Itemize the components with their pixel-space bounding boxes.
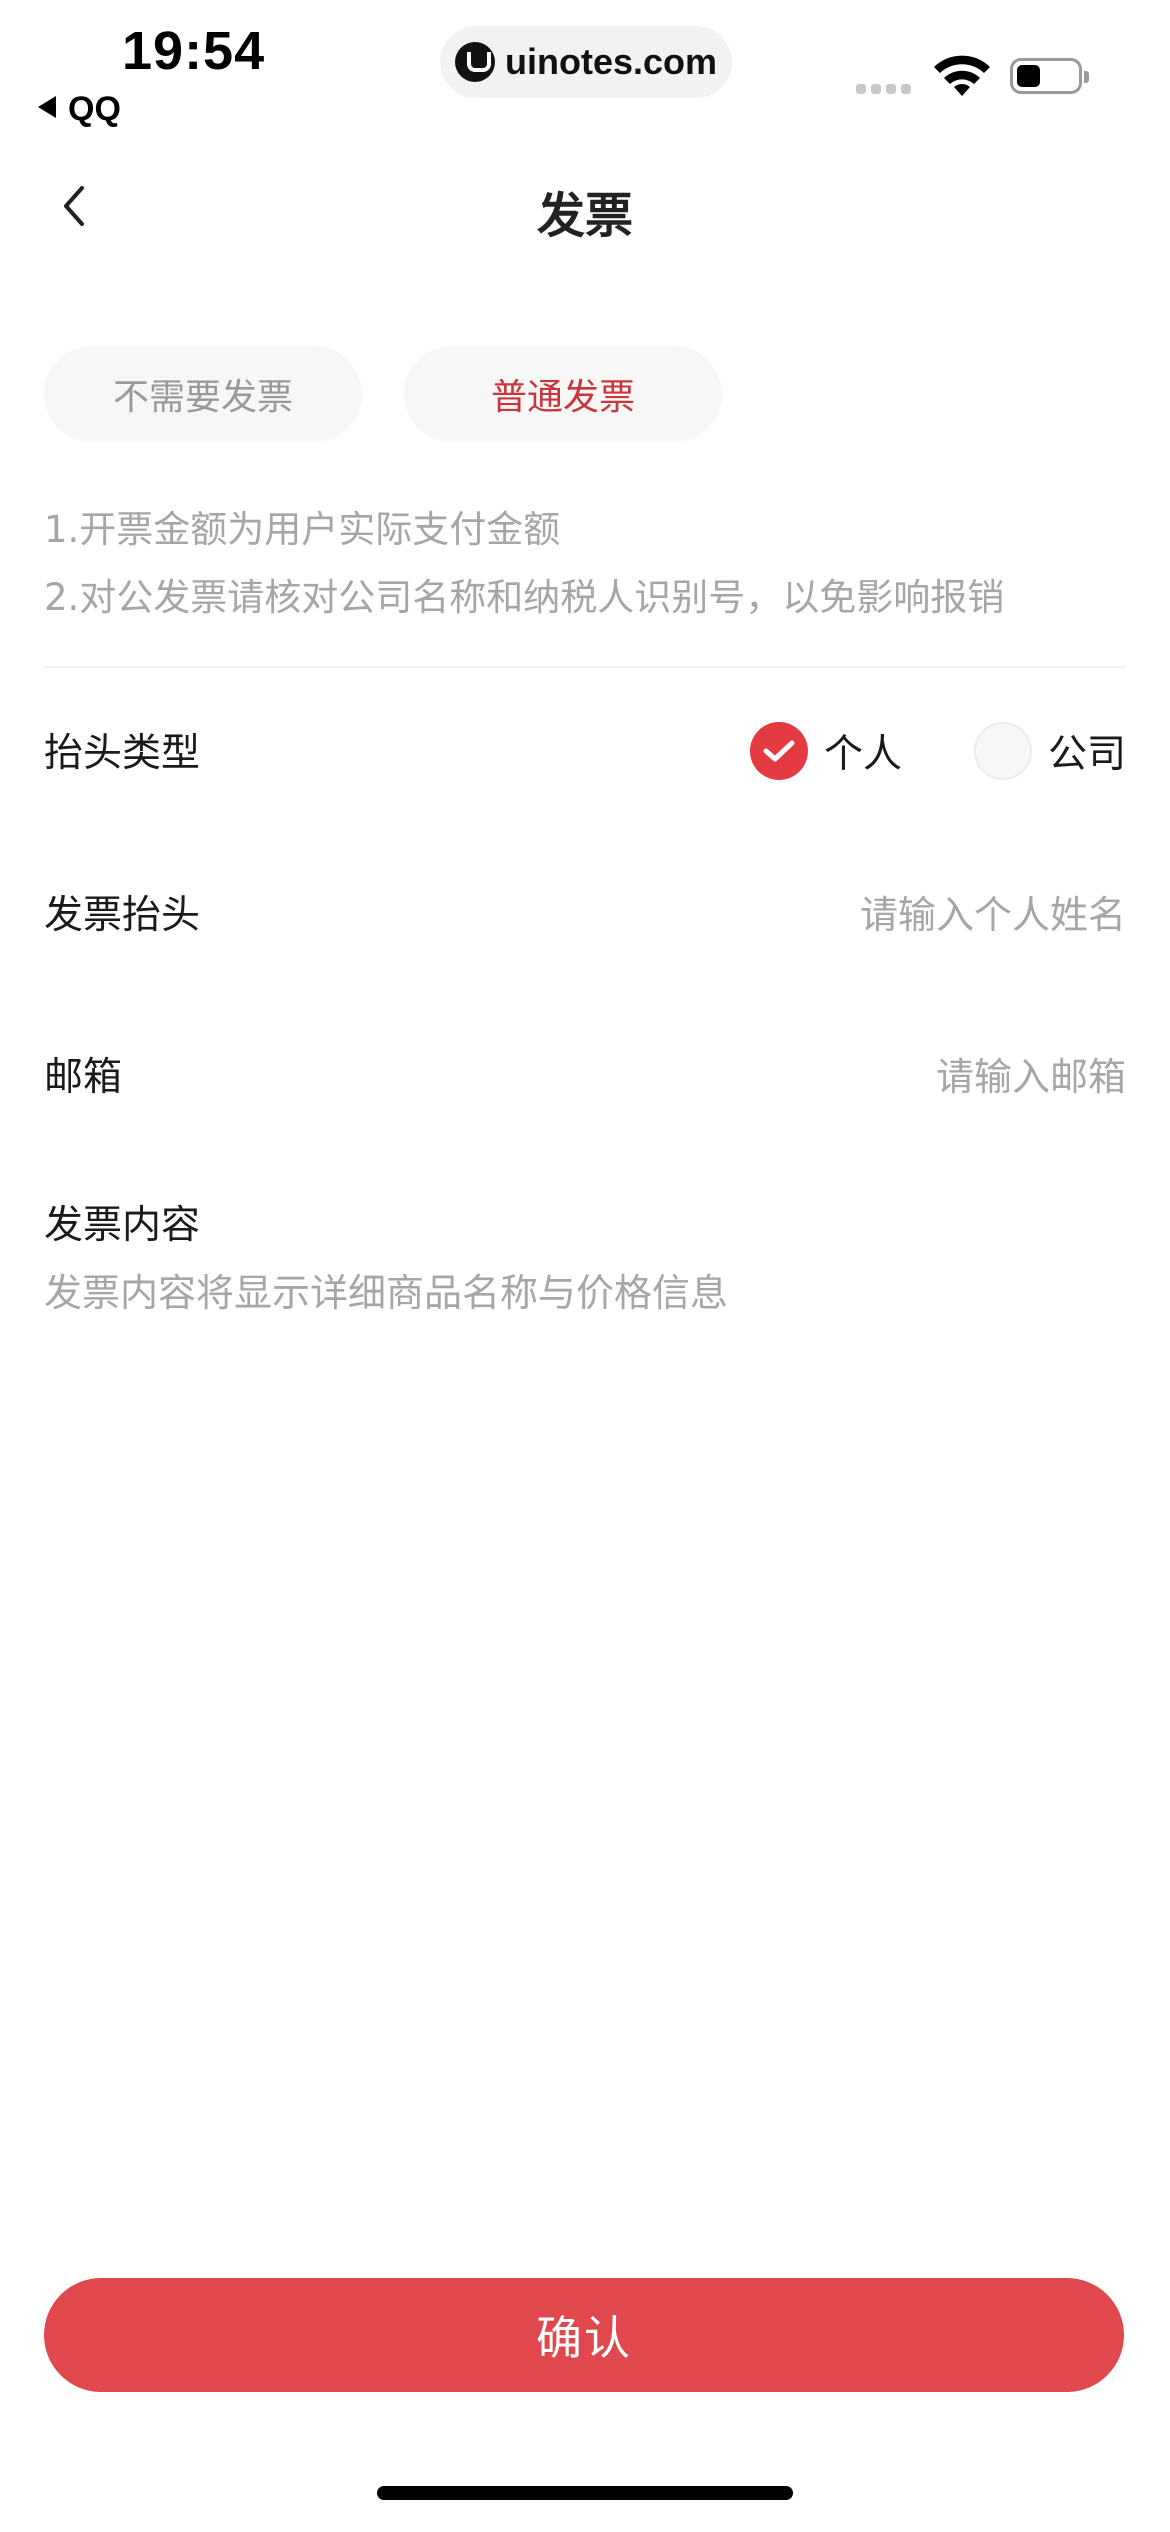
invoice-title-label: 发票抬头 [44, 893, 201, 938]
email-input[interactable]: 请输入邮箱 [936, 1046, 1126, 1101]
tab-normal-invoice-label: 普通发票 [490, 377, 635, 418]
note-line: 1.开票金额为用户实际支付金额 [44, 508, 561, 551]
back-triangle-icon [38, 96, 56, 118]
tab-no-invoice-label: 不需要发票 [112, 377, 293, 418]
radio-company[interactable]: 公司 [974, 722, 1126, 780]
radio-company-label: 公司 [1048, 732, 1127, 777]
tab-no-invoice[interactable]: 不需要发票 [44, 346, 362, 442]
url-pill: uinotes.com [440, 26, 732, 98]
battery-level [1017, 65, 1040, 87]
check-icon [750, 722, 808, 780]
confirm-button-label: 确认 [536, 2311, 632, 2365]
back-to-app-link[interactable]: QQ [38, 90, 121, 129]
email-label: 邮箱 [44, 1055, 123, 1100]
invoice-content-label: 发票内容 [44, 1203, 201, 1248]
note-line: 2.对公发票请核对公司名称和纳税人识别号，以免影响报销 [44, 576, 1005, 619]
radio-personal-label: 个人 [824, 732, 903, 777]
page-title: 发票 [536, 188, 633, 244]
radio-empty-icon [974, 722, 1032, 780]
invoice-notes: 1.开票金额为用户实际支付金额 2.对公发票请核对公司名称和纳税人识别号，以免影… [44, 496, 1004, 632]
radio-personal[interactable]: 个人 [750, 722, 902, 780]
battery-icon [1010, 58, 1089, 94]
confirm-button[interactable]: 确认 [44, 2278, 1124, 2392]
back-app-label: QQ [68, 90, 121, 128]
divider [44, 666, 1126, 668]
cellular-signal-icon [856, 84, 911, 94]
title-type-label: 抬头类型 [44, 731, 201, 776]
wifi-icon [934, 55, 990, 96]
url-text: uinotes.com [504, 41, 718, 82]
site-logo-icon [454, 42, 495, 82]
tab-normal-invoice[interactable]: 普通发票 [404, 346, 722, 442]
invoice-title-input[interactable]: 请输入个人姓名 [860, 884, 1126, 939]
invoice-content-description: 发票内容将显示详细商品名称与价格信息 [44, 1271, 729, 1315]
status-time: 19:54 [122, 21, 266, 81]
home-indicator[interactable] [377, 2486, 793, 2500]
